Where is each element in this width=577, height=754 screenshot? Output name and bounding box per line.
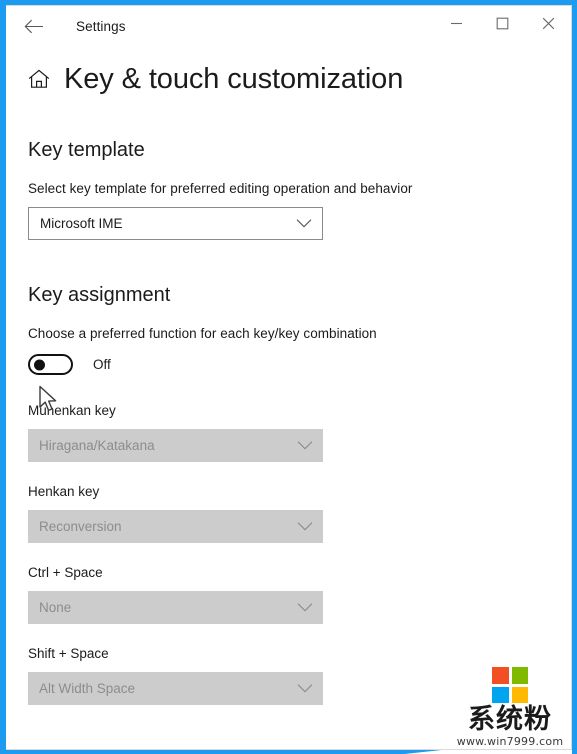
dropdown-henkan-key-value: Reconversion [39,519,122,534]
field-label-shift-space: Shift + Space [28,646,109,661]
maximize-icon [496,17,508,29]
minimize-button[interactable] [433,6,479,40]
close-icon [542,17,554,29]
app-title: Settings [76,18,126,34]
field-label-henkan-key: Henkan key [28,484,100,499]
chevron-down-icon [297,681,313,696]
dropdown-shift-space[interactable]: Alt Width Space [28,672,323,705]
toggle-state-label: Off [93,357,111,372]
page-header: Key & touch customization [28,63,571,96]
key-assignment-toggle[interactable] [28,354,73,375]
page-title: Key & touch customization [64,63,404,95]
screen: Settings Key & touch customization Key t… [0,0,577,754]
settings-window: Settings Key & touch customization Key t… [6,5,572,750]
chevron-down-icon [297,600,313,615]
close-button[interactable] [525,6,571,40]
dropdown-muhenkan-key[interactable]: Hiragana/Katakana [28,429,323,462]
section-heading-key-template: Key template [28,139,145,161]
maximize-button[interactable] [479,6,525,40]
dropdown-muhenkan-key-value: Hiragana/Katakana [39,438,155,453]
chevron-down-icon [297,438,313,453]
dropdown-ctrl-space-value: None [39,600,72,615]
window-accent-right [572,0,577,754]
field-label-muhenkan-key: Muhenkan key [28,403,116,418]
dropdown-henkan-key[interactable]: Reconversion [28,510,323,543]
title-bar: Settings [6,6,571,46]
dropdown-shift-space-value: Alt Width Space [39,681,136,696]
back-arrow-icon [24,19,43,33]
back-button[interactable] [12,10,56,42]
dropdown-ctrl-space[interactable]: None [28,591,323,624]
window-controls [433,6,571,40]
key-assignment-description: Choose a preferred function for each key… [28,326,377,341]
key-assignment-toggle-row: Off [28,354,571,375]
key-template-description: Select key template for preferred editin… [28,181,413,196]
page-content: Key & touch customization Key template S… [6,63,571,705]
toggle-knob [34,359,45,370]
chevron-down-icon [297,519,313,534]
field-label-ctrl-space: Ctrl + Space [28,565,103,580]
home-icon[interactable] [28,69,50,89]
chevron-down-icon [296,216,312,231]
section-heading-key-assignment: Key assignment [28,284,171,306]
key-template-dropdown-value: Microsoft IME [40,216,123,231]
minimize-icon [450,22,462,24]
key-template-dropdown[interactable]: Microsoft IME [28,207,323,240]
